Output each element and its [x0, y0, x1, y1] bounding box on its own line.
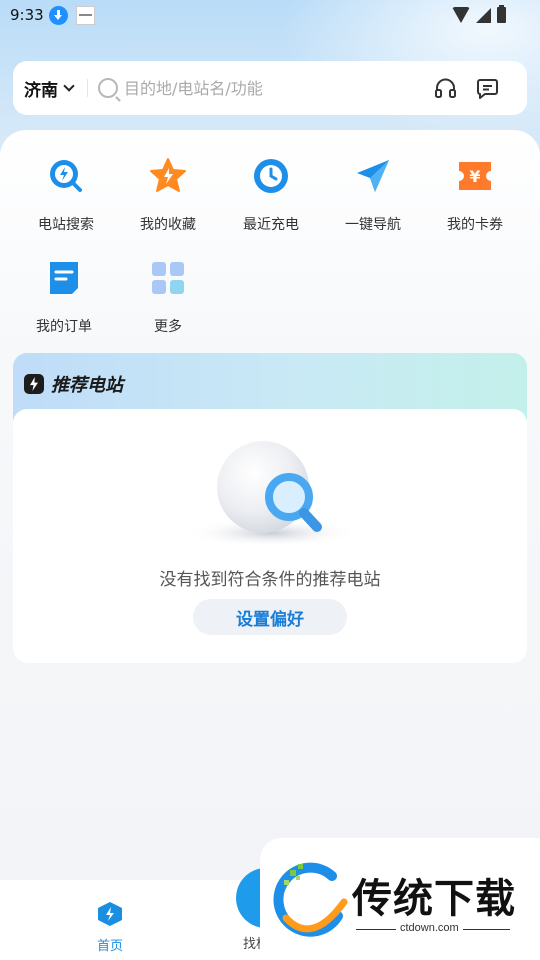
city-selector[interactable]: 济南 [24, 76, 58, 101]
empty-search-illustration [185, 441, 357, 547]
station-search-icon [50, 160, 82, 192]
quick-action-label: 更多 [154, 319, 182, 335]
set-preferences-button[interactable]: 设置偏好 [193, 599, 347, 635]
recommend-title: 推荐电站 [51, 375, 123, 396]
wifi-icon [452, 7, 470, 23]
coupon-yen-icon: ¥ [459, 162, 491, 190]
recommend-card: 推荐电站 没有找到符合条件的推荐电站 设置偏好 [13, 353, 527, 663]
nav-home-label: 首页 [96, 939, 123, 954]
quick-action-recent-charging[interactable]: 最近充电 [221, 156, 321, 234]
ctdown-logo-icon [273, 862, 348, 937]
watermark: 传统下载 ctdown.com [260, 838, 540, 960]
quick-action-more[interactable]: 更多 [118, 258, 218, 336]
order-document-icon [50, 262, 78, 294]
quick-action-label: 我的收藏 [140, 217, 196, 233]
quick-action-label: 最近充电 [243, 217, 299, 233]
quick-action-label: 我的卡券 [447, 217, 503, 233]
search-icon [98, 78, 118, 98]
quick-action-orders[interactable]: 我的订单 [14, 258, 114, 336]
app-notification-icon [76, 6, 95, 25]
chevron-down-icon[interactable] [63, 79, 75, 92]
search-input[interactable] [124, 78, 414, 98]
status-time: 9:33 [10, 6, 44, 24]
quick-action-label: 我的订单 [36, 319, 92, 335]
recommend-header: 推荐电站 [24, 371, 123, 397]
watermark-name: 传统下载 [352, 876, 516, 922]
quick-action-label: 一键导航 [345, 217, 401, 233]
grid-more-icon [152, 262, 184, 294]
paper-plane-navigation-icon [357, 160, 389, 192]
home-icon [98, 902, 122, 926]
quick-action-station-search[interactable]: 电站搜索 [16, 156, 116, 234]
search-bar: 济南 [13, 61, 527, 115]
empty-state-text: 没有找到符合条件的推荐电站 [159, 570, 381, 590]
battery-icon [497, 5, 506, 23]
message-icon[interactable] [476, 78, 499, 99]
search-divider [87, 79, 88, 97]
quick-action-navigation[interactable]: 一键导航 [323, 156, 423, 234]
watermark-url: ctdown.com [396, 922, 463, 934]
nav-home[interactable]: 首页 [80, 900, 140, 954]
quick-action-label: 电站搜索 [38, 217, 94, 233]
lightning-icon [24, 374, 44, 394]
status-indicators [452, 5, 506, 23]
status-bar: 9:33 [0, 0, 540, 32]
recommend-body: 没有找到符合条件的推荐电站 设置偏好 [13, 409, 527, 663]
star-favorite-icon [150, 158, 186, 192]
quick-action-favorites[interactable]: 我的收藏 [118, 156, 218, 234]
download-notification-icon [49, 6, 68, 25]
svg-text:¥: ¥ [469, 167, 480, 186]
quick-action-coupons[interactable]: ¥ 我的卡券 [425, 156, 525, 234]
signal-icon [476, 7, 491, 23]
clock-recent-icon [254, 159, 288, 193]
headset-icon[interactable] [434, 77, 457, 99]
